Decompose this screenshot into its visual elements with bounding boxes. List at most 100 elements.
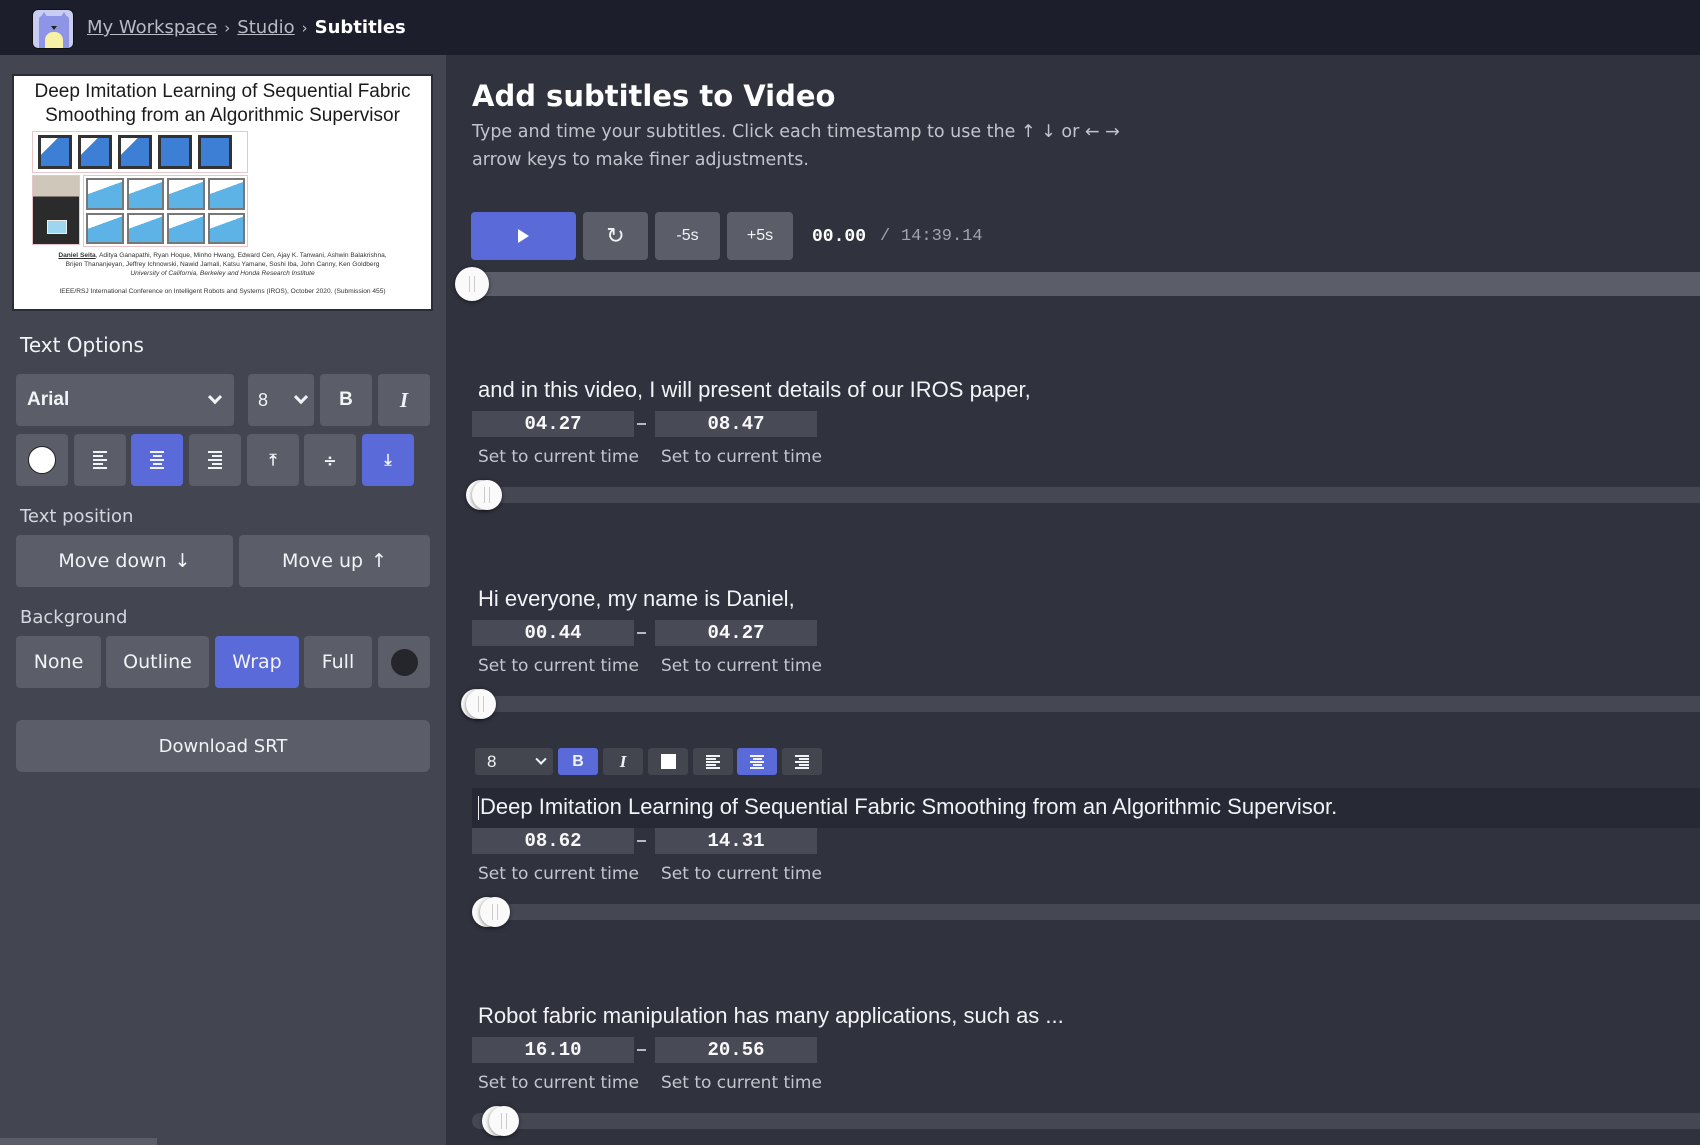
- subtitle-text-input[interactable]: Deep Imitation Learning of Sequential Fa…: [472, 788, 1700, 828]
- align-center-icon: [750, 754, 764, 769]
- align-middle-icon: ÷: [323, 450, 337, 470]
- color-swatch-icon: [660, 754, 676, 769]
- range-end-handle[interactable]: [465, 689, 496, 719]
- subtitle-text[interactable]: Robot fabric manipulation has many appli…: [478, 1003, 1064, 1029]
- move-down-button[interactable]: Move down ↓: [16, 535, 233, 587]
- set-end-current-time-link[interactable]: Set to current time: [661, 864, 822, 884]
- bold-icon: B: [572, 752, 584, 770]
- start-time-field[interactable]: 00.44: [472, 620, 634, 646]
- valign-top-button[interactable]: ⤒: [247, 434, 299, 486]
- align-left-button[interactable]: [74, 434, 126, 486]
- subtitle-bold-button[interactable]: B: [558, 748, 598, 775]
- background-wrap-button[interactable]: Wrap: [215, 636, 299, 688]
- align-right-button[interactable]: [189, 434, 241, 486]
- page-description: Type and time your subtitles. Click each…: [472, 122, 1120, 170]
- start-time-field[interactable]: 16.10: [472, 1037, 634, 1063]
- thumbnail-authors-line2: Brijen Thananjeyan, Jeffrey Ichnowski, N…: [65, 261, 380, 268]
- align-right-icon: [795, 754, 809, 769]
- range-end-handle[interactable]: [488, 1106, 519, 1136]
- subtitle-italic-button[interactable]: I: [603, 748, 643, 775]
- font-select-value: Arial: [27, 389, 70, 410]
- cat-logo-icon[interactable]: [32, 9, 74, 49]
- subtitle-text[interactable]: and in this video, I will present detail…: [478, 377, 1031, 403]
- range-end-handle[interactable]: [471, 480, 502, 510]
- chevron-down-icon: [207, 390, 223, 405]
- end-time-field[interactable]: 14.31: [655, 828, 817, 854]
- subtitle-range-slider[interactable]: [460, 689, 1700, 719]
- bold-button[interactable]: B: [320, 374, 372, 426]
- subtitle-text[interactable]: Hi everyone, my name is Daniel,: [478, 586, 795, 612]
- breadcrumb-my-workspace[interactable]: My Workspace: [87, 17, 217, 38]
- align-left-icon: [93, 451, 107, 469]
- font-select[interactable]: Arial: [16, 374, 234, 426]
- range-end-handle[interactable]: [479, 897, 510, 927]
- text-position-label: Text position: [20, 506, 134, 527]
- subtitle-range-slider[interactable]: [465, 480, 1700, 510]
- end-time-field[interactable]: 04.27: [655, 620, 817, 646]
- subtitle-editor: Add subtitles to Video Type and time you…: [446, 55, 1700, 1145]
- subtitle-align-right-button[interactable]: [782, 748, 822, 775]
- restart-button[interactable]: ↻: [583, 212, 648, 260]
- time-range-dash: [637, 423, 646, 425]
- breadcrumb-studio[interactable]: Studio: [237, 17, 294, 38]
- subtitle-size-select[interactable]: 8: [475, 748, 553, 775]
- subtitle-align-left-button[interactable]: [693, 748, 733, 775]
- set-end-current-time-link[interactable]: Set to current time: [661, 1073, 822, 1093]
- background-color-button[interactable]: [378, 636, 430, 688]
- chevron-down-icon: [293, 390, 309, 405]
- set-start-current-time-link[interactable]: Set to current time: [478, 656, 639, 676]
- end-time-field[interactable]: 20.56: [655, 1037, 817, 1063]
- end-time-field[interactable]: 08.47: [655, 411, 817, 437]
- forward-5s-button[interactable]: +5s: [727, 212, 793, 260]
- subtitle-align-center-button[interactable]: [737, 748, 777, 775]
- background-full-button[interactable]: Full: [304, 636, 372, 688]
- set-start-current-time-link[interactable]: Set to current time: [478, 864, 639, 884]
- move-up-button[interactable]: Move up ↑: [239, 535, 430, 587]
- subtitle-size-value: 8: [487, 751, 497, 771]
- set-start-current-time-link[interactable]: Set to current time: [478, 1073, 639, 1093]
- thumbnail-first-author: Daniel Seita: [58, 252, 96, 259]
- time-range-dash: [637, 1049, 646, 1051]
- set-end-current-time-link[interactable]: Set to current time: [661, 447, 822, 467]
- play-button[interactable]: [471, 212, 576, 260]
- subtitle-range-slider[interactable]: [472, 1106, 1700, 1136]
- thumbnail-institution: University of California, Berkeley and H…: [130, 270, 315, 277]
- rewind-5s-button[interactable]: -5s: [655, 212, 720, 260]
- start-time-field[interactable]: 08.62: [472, 828, 634, 854]
- chevron-down-icon: [535, 753, 547, 765]
- breadcrumb: My Workspace › Studio › Subtitles: [87, 17, 406, 38]
- thumbnail-title-line1: Deep Imitation Learning of Sequential Fa…: [34, 81, 411, 102]
- move-up-label: Move up: [281, 550, 364, 572]
- font-size-select[interactable]: 8: [248, 374, 314, 426]
- italic-button[interactable]: I: [378, 374, 430, 426]
- text-color-button[interactable]: [16, 434, 68, 486]
- top-bar: My Workspace › Studio › Subtitles: [0, 0, 1700, 55]
- background-outline-button[interactable]: Outline: [106, 636, 209, 688]
- arrow-down-icon: ↓: [174, 550, 191, 572]
- time-separator: /: [880, 227, 891, 246]
- valign-middle-button[interactable]: ÷: [304, 434, 356, 486]
- video-thumbnail: Deep Imitation Learning of Sequential Fa…: [12, 74, 433, 311]
- playhead-handle[interactable]: [455, 267, 489, 301]
- set-start-current-time-link[interactable]: Set to current time: [478, 447, 639, 467]
- subtitle-range-slider[interactable]: [472, 897, 1700, 927]
- start-time-field[interactable]: 04.27: [472, 411, 634, 437]
- breadcrumb-subtitles: Subtitles: [314, 17, 406, 38]
- bold-icon: B: [339, 389, 353, 410]
- arrow-up-icon: ↑: [371, 550, 387, 572]
- video-timeline-slider[interactable]: [455, 267, 1700, 301]
- font-size-value: 8: [258, 389, 269, 410]
- download-srt-button[interactable]: Download SRT: [16, 720, 430, 772]
- breadcrumb-separator: ›: [224, 18, 231, 37]
- align-right-icon: [208, 451, 222, 469]
- subtitle-color-button[interactable]: [648, 748, 688, 775]
- horizontal-scrollbar[interactable]: [0, 1138, 157, 1145]
- thumbnail-authors-line1: , Aditya Ganapathi, Ryan Hoque, Minho Hw…: [95, 252, 387, 259]
- background-none-button[interactable]: None: [16, 636, 101, 688]
- valign-bottom-button[interactable]: ⤓: [362, 434, 414, 486]
- page-title: Add subtitles to Video: [472, 79, 836, 113]
- set-end-current-time-link[interactable]: Set to current time: [661, 656, 822, 676]
- sidebar: Deep Imitation Learning of Sequential Fa…: [0, 55, 446, 1145]
- play-icon: [518, 229, 529, 243]
- align-center-button[interactable]: [131, 434, 183, 486]
